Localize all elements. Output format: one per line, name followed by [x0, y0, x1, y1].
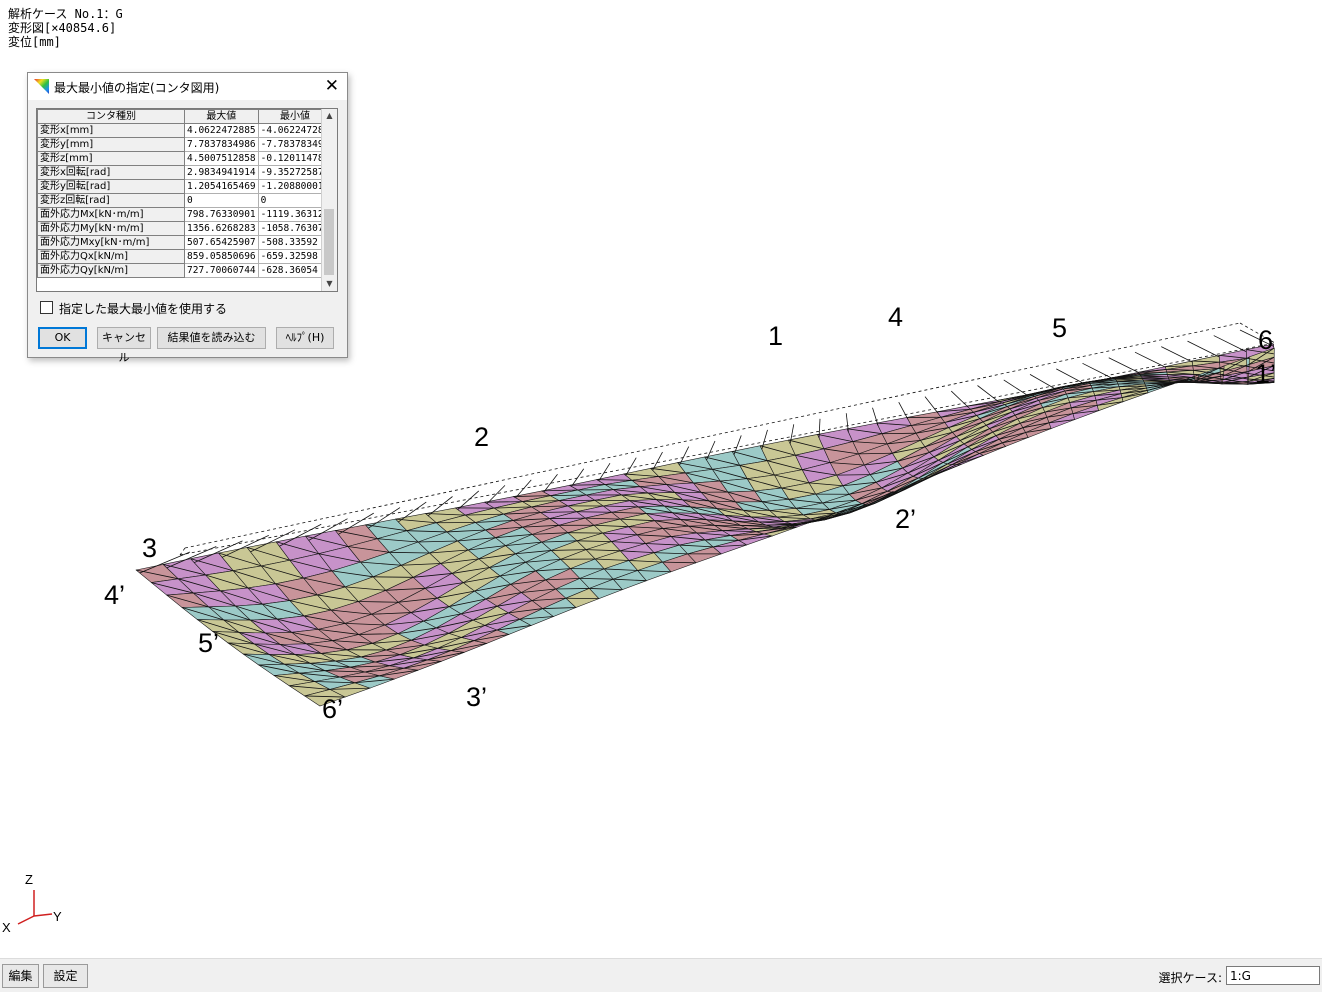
load-results-button[interactable]: 結果値を読み込む [157, 327, 266, 349]
row-max-value[interactable]: 7.7837834986 [185, 138, 259, 152]
point-label-5: 5 [1052, 313, 1067, 343]
ok-button[interactable]: OK [38, 327, 87, 349]
use-minmax-checkbox-row[interactable]: 指定した最大最小値を使用する [40, 300, 227, 317]
row-max-value[interactable]: 507.65425907 [185, 236, 259, 250]
hanger-line [1135, 352, 1166, 367]
axis-z-label: Z [25, 872, 33, 887]
point-label-3-prime: 3’ [466, 682, 487, 712]
minmax-dialog: 最大最小値の指定(コンタ図用) ✕ コンタ種別 最大値 最小値 変形x[mm]4… [27, 72, 348, 358]
table-row[interactable]: 変形y[mm]7.7837834986-7.783783498 [38, 138, 332, 152]
status-bar: 編集 設定 選択ケース: 1:G [0, 958, 1322, 992]
selected-case-field[interactable]: 1:G [1226, 966, 1320, 985]
hanger-line [873, 408, 879, 426]
row-label: 変形y回転[rad] [38, 180, 185, 194]
table-row[interactable]: 変形x回転[rad]2.9834941914-9.35272587 [38, 166, 332, 180]
row-label: 変形x回転[rad] [38, 166, 185, 180]
row-max-value[interactable]: 2.9834941914 [185, 166, 259, 180]
scroll-up-icon[interactable]: ▲ [322, 109, 337, 123]
row-label: 変形x[mm] [38, 124, 185, 138]
row-max-value[interactable]: 0 [185, 194, 259, 208]
point-label-5-prime: 5’ [198, 628, 219, 658]
mesh-diagonal [577, 512, 612, 513]
point-label-6: 6 [1258, 325, 1273, 355]
row-max-value[interactable]: 4.5007512858 [185, 152, 259, 166]
close-icon[interactable]: ✕ [325, 76, 339, 96]
row-max-value[interactable]: 798.76330901 [185, 208, 259, 222]
point-label-4: 4 [888, 302, 903, 332]
dialog-title: 最大最小値の指定(コンタ図用) [54, 79, 219, 96]
point-label-1-prime: 1’ [1255, 359, 1276, 389]
hanger-line [1004, 380, 1027, 395]
axis-x-label: X [2, 920, 11, 935]
point-label-2: 2 [474, 422, 489, 452]
point-label-6-prime: 6’ [322, 694, 343, 724]
grid-scrollbar[interactable]: ▲ ▼ [321, 109, 337, 291]
row-label: 面外応力Qx[kN/m] [38, 250, 185, 264]
cancel-button[interactable]: キャンセル [97, 327, 151, 349]
table-row[interactable]: 変形z回転[rad]00 [38, 194, 332, 208]
settings-button[interactable]: 設定 [43, 964, 88, 988]
hanger-line [1030, 374, 1055, 389]
row-label: 変形z回転[rad] [38, 194, 185, 208]
row-label: 面外応力Mx[kN･m/m] [38, 208, 185, 222]
hanger-line [899, 402, 908, 419]
point-label-3: 3 [142, 533, 157, 563]
row-max-value[interactable]: 4.0622472885 [185, 124, 259, 138]
row-max-value[interactable]: 1.2054165469 [185, 180, 259, 194]
hanger-line [1056, 369, 1083, 384]
selected-case-label: 選択ケース: [1159, 969, 1222, 986]
row-label: 変形y[mm] [38, 138, 185, 152]
edit-button[interactable]: 編集 [2, 964, 39, 988]
use-minmax-checkbox[interactable] [40, 301, 53, 314]
rainbow-app-icon [34, 79, 49, 94]
table-row[interactable]: 面外応力Qx[kN/m]859.05850696-659.32598 [38, 250, 332, 264]
scroll-down-icon[interactable]: ▼ [322, 277, 337, 291]
row-max-value[interactable]: 1356.6268283 [185, 222, 259, 236]
hanger-line [1188, 341, 1220, 357]
row-label: 面外応力My[kN･m/m] [38, 222, 185, 236]
column-header-type[interactable]: コンタ種別 [38, 110, 185, 124]
axis-triad: Z Y X [0, 870, 80, 940]
axis-y-label: Y [53, 909, 62, 924]
contour-bands [136, 344, 1274, 706]
table-row[interactable]: 面外応力Mxy[kN･m/m]507.65425907-508.33592 [38, 236, 332, 250]
hanger-line [951, 391, 968, 407]
row-max-value[interactable]: 727.70060744 [185, 264, 259, 278]
row-max-value[interactable]: 859.05850696 [185, 250, 259, 264]
scroll-thumb[interactable] [324, 209, 334, 275]
table-row[interactable]: 変形y回転[rad]1.2054165469-1.20880001 [38, 180, 332, 194]
row-label: 変形z[mm] [38, 152, 185, 166]
contour-range-grid[interactable]: コンタ種別 最大値 最小値 変形x[mm]4.0622472885-4.0622… [36, 108, 338, 292]
table-row[interactable]: 面外応力My[kN･m/m]1356.6268283-1058.76307 [38, 222, 332, 236]
point-label-4-prime: 4’ [104, 580, 125, 610]
mesh-diagonal [556, 588, 590, 589]
use-minmax-label: 指定した最大最小値を使用する [59, 302, 227, 316]
help-button[interactable]: ﾍﾙﾌﾟ(H) [276, 327, 334, 349]
point-label-2-prime: 2’ [895, 504, 916, 534]
dialog-titlebar[interactable]: 最大最小値の指定(コンタ図用) ✕ [28, 73, 347, 100]
table-row[interactable]: 変形x[mm]4.0622472885-4.062247288 [38, 124, 332, 138]
hanger-line [925, 397, 938, 414]
table-row[interactable]: 変形z[mm]4.5007512858-0.120114785 [38, 152, 332, 166]
row-label: 面外応力Mxy[kN･m/m] [38, 236, 185, 250]
hanger-line [1109, 358, 1139, 373]
column-header-max[interactable]: 最大値 [185, 110, 259, 124]
point-label-1: 1 [768, 321, 783, 351]
row-label: 面外応力Qy[kN/m] [38, 264, 185, 278]
table-row[interactable]: 面外応力Mx[kN･m/m]798.76330901-1119.36312 [38, 208, 332, 222]
table-row[interactable]: 面外応力Qy[kN/m]727.70060744-628.36054 [38, 264, 332, 278]
